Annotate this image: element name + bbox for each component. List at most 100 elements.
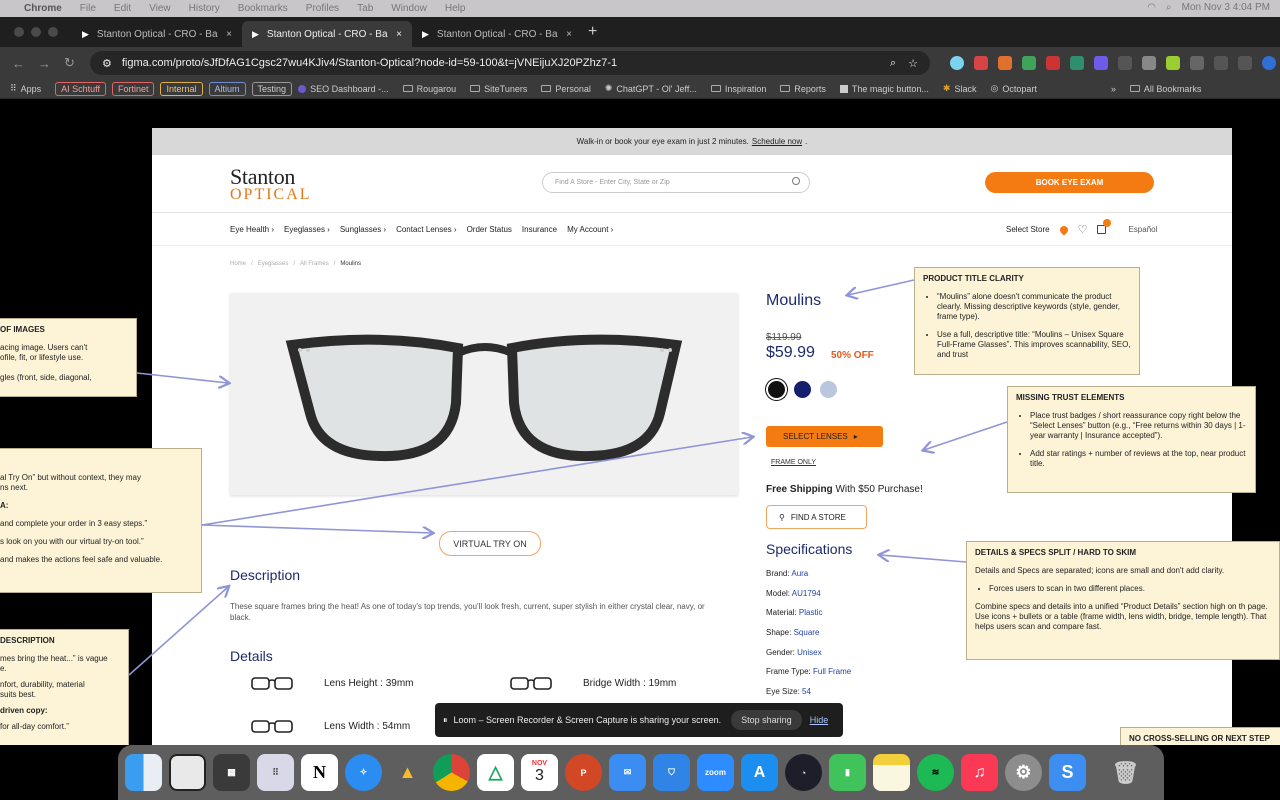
note-virtual-try-on[interactable]: al Try On” but without context, they may…	[0, 448, 202, 593]
virtual-try-on-button[interactable]: VIRTUAL TRY ON	[439, 531, 541, 556]
spec-value[interactable]: Unisex	[797, 648, 821, 657]
pause-icon[interactable]: ⏸	[443, 715, 448, 726]
calendar-icon[interactable]: NOV 3	[521, 754, 558, 791]
frame-only-link[interactable]: FRAME ONLY	[771, 459, 816, 466]
safari-icon[interactable]: ✧	[345, 754, 382, 791]
spec-value[interactable]: 54	[802, 687, 811, 696]
language-link[interactable]: Español	[1128, 225, 1157, 234]
sidebar-icon[interactable]	[1214, 56, 1228, 70]
bookmark-folder[interactable]: SiteTuners	[470, 84, 527, 94]
crumb-home[interactable]: Home	[230, 261, 246, 267]
heart-icon[interactable]: ♡	[1078, 223, 1088, 236]
note-images[interactable]: OF IMAGES acing image. Users can't ofile…	[0, 318, 137, 397]
puzzle-icon[interactable]	[1190, 56, 1204, 70]
book-eye-exam-button[interactable]: BOOK EYE EXAM	[985, 172, 1154, 193]
menu-item-window[interactable]: Window	[391, 3, 427, 14]
menu-item-view[interactable]: View	[149, 3, 171, 14]
speedometer-icon[interactable]: ◔	[785, 754, 822, 791]
notes-icon[interactable]	[873, 754, 910, 791]
bookmarks-overflow-icon[interactable]: »	[1111, 84, 1116, 94]
system-settings-icon[interactable]: ⚙	[1005, 754, 1042, 791]
crumb-eyeglasses[interactable]: Eyeglasses	[258, 261, 289, 267]
bookmark-slack[interactable]: ✱ Slack	[943, 83, 977, 94]
extension-icon[interactable]	[1142, 56, 1156, 70]
note-missing-trust-elements[interactable]: MISSING TRUST ELEMENTS Place trust badge…	[1007, 386, 1256, 493]
menubar-clock[interactable]: Mon Nov 3 4:04 PM	[1182, 2, 1270, 13]
nav-contact-lenses[interactable]: Contact Lenses ›	[396, 225, 456, 234]
bookmark-folder[interactable]: Rougarou	[402, 84, 456, 94]
close-tab-icon[interactable]: ×	[226, 29, 232, 40]
close-tab-icon[interactable]: ×	[566, 29, 572, 40]
bookmark-chip-ai[interactable]: AI Schtuff	[55, 81, 106, 96]
store-search-input[interactable]: Find A Store - Enter City, State or Zip	[542, 172, 810, 193]
bookmark-chip-altium[interactable]: Altium	[208, 81, 246, 96]
mail-icon[interactable]: ✉	[609, 754, 646, 791]
download-icon[interactable]	[1238, 56, 1252, 70]
spec-value[interactable]: AU1794	[792, 589, 821, 598]
cart-bag-icon[interactable]	[1097, 219, 1112, 234]
menu-app-name[interactable]: Chrome	[24, 3, 62, 14]
calculator-icon[interactable]: ▦	[213, 754, 250, 791]
zoom-icon[interactable]: zoom	[697, 754, 734, 791]
finder-icon[interactable]	[125, 754, 162, 791]
menu-item-history[interactable]: History	[189, 3, 220, 14]
menu-item-edit[interactable]: Edit	[114, 3, 131, 14]
search-icon[interactable]: ⌕	[1166, 2, 1172, 13]
bookmark-star-icon[interactable]: ☆	[908, 57, 918, 70]
extension-icon[interactable]	[1046, 56, 1060, 70]
bookmark-folder[interactable]: Inspiration	[710, 84, 766, 94]
url-field[interactable]: ⚙ figma.com/proto/sJfDfAG1Cgsc27wu4KJiv4…	[90, 51, 930, 75]
app-store-icon[interactable]: A	[741, 754, 778, 791]
extension-icon[interactable]	[1070, 56, 1084, 70]
swatch-navy[interactable]	[794, 381, 811, 398]
browser-tab[interactable]: ▶ Stanton Optical - CRO - Barri ×	[72, 21, 242, 47]
launchpad-icon[interactable]: ⠿	[257, 754, 294, 791]
menu-item-help[interactable]: Help	[445, 3, 466, 14]
google-ads-icon[interactable]: ▲	[389, 754, 426, 791]
bookmark-folder[interactable]: Reports	[780, 84, 826, 94]
select-lenses-button[interactable]: SELECT LENSES ▸	[766, 426, 883, 447]
note-description[interactable]: DESCRIPTION mes bring the heat...” is va…	[0, 629, 129, 745]
bookmark-magic[interactable]: The magic button...	[839, 84, 929, 94]
spec-value[interactable]: Aura	[791, 569, 808, 578]
bookmark-octopart[interactable]: ◎ Octopart	[990, 83, 1036, 94]
swatch-black[interactable]	[768, 381, 785, 398]
bookmark-chatgpt[interactable]: ✺ ChatGPT - Ol' Jeff...	[605, 83, 697, 94]
minimize-window-button[interactable]	[31, 27, 41, 37]
spec-value[interactable]: Full Frame	[813, 667, 851, 676]
menu-item-file[interactable]: File	[80, 3, 96, 14]
location-pin-icon[interactable]	[1057, 223, 1070, 236]
site-settings-icon[interactable]: ⚙	[102, 57, 112, 70]
close-tab-icon[interactable]: ×	[396, 29, 402, 40]
bookmark-seo[interactable]: SEO Dashboard -...	[298, 84, 389, 94]
chrome-icon[interactable]	[433, 754, 470, 791]
google-drive-icon[interactable]: △	[477, 754, 514, 791]
bookmark-chip-internal[interactable]: Internal	[160, 81, 203, 96]
extension-icon[interactable]	[950, 56, 964, 70]
wifi-icon[interactable]: ◠	[1147, 2, 1156, 13]
schedule-now-link[interactable]: Schedule now	[752, 137, 802, 146]
profile-avatar[interactable]	[1262, 56, 1276, 70]
browser-tab-active[interactable]: ▶ Stanton Optical - CRO - Barri ×	[242, 21, 412, 47]
note-product-title-clarity[interactable]: PRODUCT TITLE CLARITY “Moulins” alone do…	[914, 267, 1140, 375]
bookmark-folder[interactable]: Personal	[541, 84, 591, 94]
s-app-icon[interactable]: S	[1049, 754, 1086, 791]
spotify-icon[interactable]: ≋	[917, 754, 954, 791]
nav-my-account[interactable]: My Account ›	[567, 225, 613, 234]
search-icon[interactable]	[792, 177, 800, 185]
find-a-store-button[interactable]: ⚲ FIND A STORE	[766, 505, 867, 529]
hide-link[interactable]: Hide	[810, 715, 829, 725]
trash-icon[interactable]: 🗑	[1107, 754, 1144, 791]
all-bookmarks[interactable]: All Bookmarks	[1129, 84, 1201, 94]
reload-icon[interactable]: ↻	[64, 55, 78, 71]
menu-item-tab[interactable]: Tab	[357, 3, 373, 14]
activity-monitor-icon[interactable]	[169, 754, 206, 791]
zoom-lens-icon[interactable]: ⌕	[890, 57, 896, 70]
bookmark-apps[interactable]: ⠿ Apps	[10, 83, 41, 94]
bookmark-chip-testing[interactable]: Testing	[251, 81, 293, 96]
notion-icon[interactable]: N	[301, 754, 338, 791]
powerpoint-icon[interactable]: P	[565, 754, 602, 791]
nav-insurance[interactable]: Insurance	[522, 225, 557, 234]
swatch-clear[interactable]	[820, 381, 837, 398]
music-icon[interactable]: ♫	[961, 754, 998, 791]
